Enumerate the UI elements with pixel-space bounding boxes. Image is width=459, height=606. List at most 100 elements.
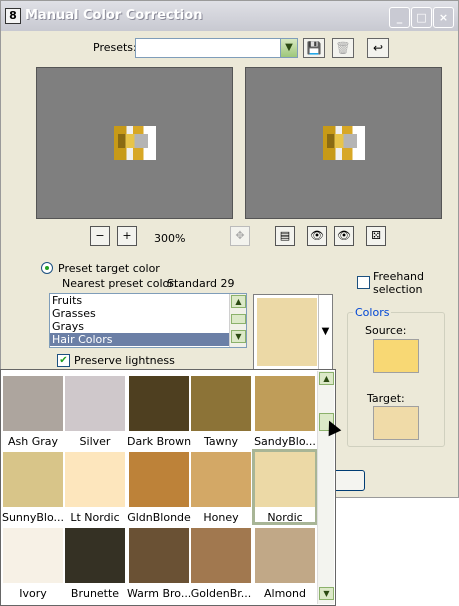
zoom-in-icon: + bbox=[122, 229, 132, 242]
target-color-swatch bbox=[257, 298, 317, 366]
palette-swatch[interactable]: Tawny bbox=[191, 376, 251, 448]
before-preview[interactable] bbox=[36, 67, 233, 219]
pan-button[interactable]: ✥ bbox=[230, 226, 250, 246]
zoom-out-button[interactable]: − bbox=[90, 226, 110, 246]
swatch-name: Brunette bbox=[70, 587, 120, 600]
palette-swatch[interactable]: Dark Brown bbox=[127, 376, 191, 448]
target-label: Target: bbox=[367, 392, 405, 405]
swatch-color bbox=[65, 528, 125, 583]
colors-group-title: Colors bbox=[353, 306, 392, 319]
palette-swatch[interactable]: Nordic bbox=[252, 449, 318, 525]
source-color-swatch[interactable] bbox=[373, 339, 419, 373]
swatch-color bbox=[255, 376, 315, 431]
chevron-down-icon[interactable]: ▼ bbox=[318, 295, 332, 369]
scroll-down-icon[interactable]: ▼ bbox=[319, 587, 334, 600]
freehand-label-line1: Freehand bbox=[373, 270, 425, 283]
minimize-button[interactable]: _ bbox=[389, 7, 410, 28]
palette-swatch[interactable]: Honey bbox=[191, 452, 251, 524]
presets-dropdown[interactable]: ▼ bbox=[135, 38, 298, 58]
ok-button[interactable] bbox=[331, 470, 365, 491]
preview-mode-button[interactable]: ▤ bbox=[275, 226, 295, 246]
chevron-down-icon[interactable]: ▼ bbox=[280, 39, 297, 57]
swatch-color bbox=[3, 452, 63, 507]
close-button[interactable]: × bbox=[433, 7, 454, 28]
swatch-color bbox=[191, 452, 251, 507]
scroll-up-icon[interactable]: ▲ bbox=[231, 295, 246, 308]
palette-swatch[interactable]: Warm Bro... bbox=[127, 528, 191, 600]
hair-color-palette-popup[interactable]: Ash Gray Silver Dark Brown Tawny SandyBlo...… bbox=[0, 369, 336, 606]
category-scrollbar[interactable]: ▲ ▼ bbox=[229, 294, 246, 347]
nearest-preset-value: Standard 29 bbox=[167, 277, 235, 290]
palette-scrollbar[interactable]: ▲ ▼ bbox=[317, 371, 334, 604]
swatch-name: SunnyBlo... bbox=[1, 511, 65, 524]
swatch-name: Nordic bbox=[267, 511, 303, 524]
after-preview[interactable] bbox=[245, 67, 442, 219]
swatch-color bbox=[65, 376, 125, 431]
list-item[interactable]: Grasses bbox=[50, 307, 246, 320]
scroll-down-icon[interactable]: ▼ bbox=[231, 330, 246, 343]
reset-button[interactable]: ↩ bbox=[367, 38, 389, 58]
preserve-lightness-label: Preserve lightness bbox=[74, 354, 175, 367]
palette-swatch[interactable]: SandyBlo... bbox=[254, 376, 316, 448]
source-label: Source: bbox=[365, 324, 407, 337]
preset-target-radio[interactable] bbox=[41, 262, 53, 274]
swatch-name: Lt Nordic bbox=[70, 511, 120, 524]
palette-swatch[interactable]: GldnBlonde bbox=[127, 452, 191, 524]
list-item[interactable]: Fruits bbox=[50, 294, 246, 307]
palette-swatch[interactable]: Silver bbox=[65, 376, 125, 448]
title-bar: 8 Manual Color Correction _ □ × bbox=[1, 1, 458, 31]
eye-icon: 👁 bbox=[310, 229, 324, 242]
category-list[interactable]: Fruits Grasses Grays Hair Colors ▲ ▼ bbox=[49, 293, 247, 348]
zoom-in-button[interactable]: + bbox=[117, 226, 137, 246]
maximize-button[interactable]: □ bbox=[411, 7, 432, 28]
save-preset-button[interactable]: 💾 bbox=[303, 38, 325, 58]
preview-toggle-button[interactable]: 👁 bbox=[334, 226, 354, 246]
palette-swatch[interactable]: GoldenBr... bbox=[190, 528, 252, 600]
freehand-label-line2: selection bbox=[373, 283, 423, 296]
preset-target-label: Preset target color bbox=[58, 262, 160, 275]
swatch-name: Almond bbox=[264, 587, 306, 600]
app-icon: 8 bbox=[5, 8, 21, 24]
swatch-color bbox=[191, 528, 251, 583]
palette-swatch[interactable]: Ivory bbox=[3, 528, 63, 600]
palette-swatch[interactable]: Lt Nordic bbox=[65, 452, 125, 524]
palette-swatch[interactable]: Ash Gray bbox=[3, 376, 63, 448]
swatch-name: GoldenBr... bbox=[190, 587, 252, 600]
zoom-level: 300% bbox=[154, 232, 186, 245]
randomize-button[interactable]: ⚄ bbox=[366, 226, 386, 246]
swatch-color bbox=[191, 376, 251, 431]
swatch-color bbox=[3, 376, 63, 431]
swatch-name: Silver bbox=[79, 435, 111, 448]
swatch-color bbox=[255, 452, 315, 507]
reset-arrow-icon: ↩ bbox=[372, 41, 384, 55]
target-color-picker[interactable]: ▼ bbox=[253, 294, 333, 370]
dice-icon: ⚄ bbox=[371, 229, 381, 242]
swatch-color bbox=[255, 528, 315, 583]
swatch-color bbox=[65, 452, 125, 507]
scroll-thumb[interactable] bbox=[231, 314, 246, 324]
scroll-up-icon[interactable]: ▲ bbox=[319, 372, 334, 385]
list-item[interactable]: Hair Colors bbox=[50, 333, 246, 346]
preserve-lightness-checkbox[interactable]: ✔ bbox=[57, 354, 70, 367]
eye-dropper-button[interactable]: 👁 bbox=[307, 226, 327, 246]
save-icon: 💾 bbox=[306, 41, 322, 55]
swatch-name: Ivory bbox=[19, 587, 47, 600]
target-color-box[interactable] bbox=[373, 406, 419, 440]
swatch-color bbox=[129, 528, 189, 583]
palette-swatch[interactable]: SunnyBlo... bbox=[1, 452, 65, 524]
swatch-name: Dark Brown bbox=[127, 435, 191, 448]
swatch-name: GldnBlonde bbox=[127, 511, 191, 524]
swatch-color bbox=[129, 452, 189, 507]
list-item[interactable]: Grays bbox=[50, 320, 246, 333]
trash-icon: 🗑 bbox=[335, 41, 351, 55]
palette-swatch[interactable]: Almond bbox=[255, 528, 315, 600]
window-title: Manual Color Correction bbox=[25, 8, 203, 23]
move-icon: ✥ bbox=[235, 229, 245, 242]
swatch-name: Tawny bbox=[203, 435, 239, 448]
after-thumbnail bbox=[323, 126, 365, 160]
presets-label: Presets: bbox=[93, 41, 137, 54]
palette-swatch[interactable]: Brunette bbox=[65, 528, 125, 600]
delete-preset-button[interactable]: 🗑 bbox=[332, 38, 354, 58]
swatch-name: Warm Bro... bbox=[127, 587, 191, 600]
freehand-selection-checkbox[interactable] bbox=[357, 276, 370, 289]
